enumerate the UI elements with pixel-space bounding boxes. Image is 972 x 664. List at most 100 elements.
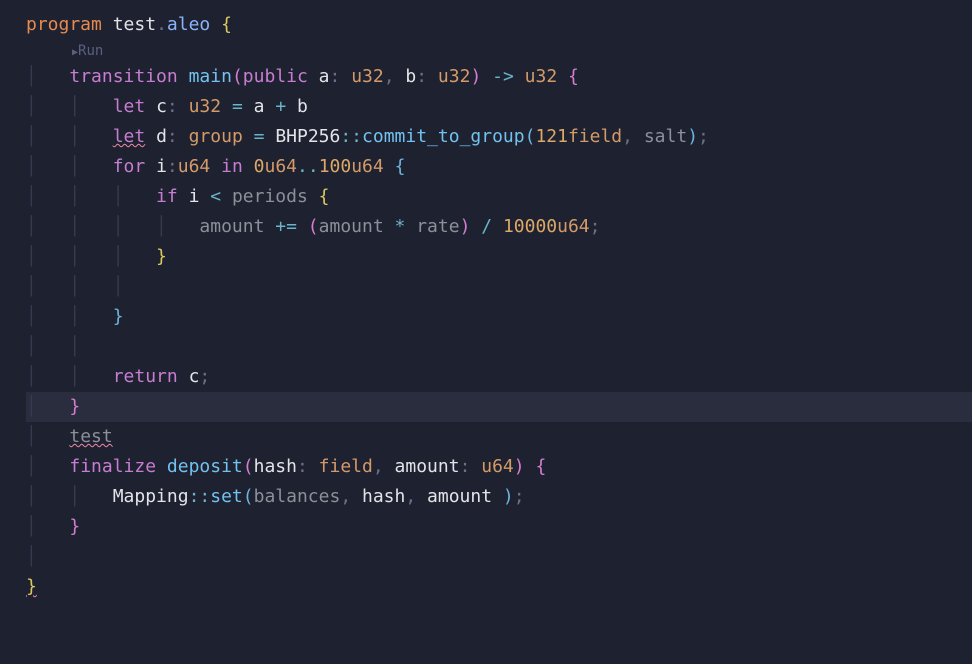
type-field: field: [319, 456, 373, 477]
param-hash: hash: [254, 456, 297, 477]
num-100: 100: [319, 156, 352, 177]
brace-open: {: [221, 14, 232, 35]
brace-close: }: [69, 516, 80, 537]
param-a: a: [319, 66, 330, 87]
var-hash: hash: [362, 486, 405, 507]
paren-close: ): [503, 486, 514, 507]
num-121: 121: [535, 126, 568, 147]
u64-suffix: u64: [264, 156, 297, 177]
var-amount: amount: [319, 216, 384, 237]
code-line[interactable]: │ │ │ }: [26, 242, 972, 272]
code-line[interactable]: │ │ Mapping::set(balances, hash, amount …: [26, 482, 972, 512]
code-line[interactable]: │ test: [26, 422, 972, 452]
op-div: /: [481, 216, 492, 237]
brace-close: }: [26, 576, 37, 597]
keyword-if: if: [156, 186, 178, 207]
keyword-let: let: [113, 126, 146, 147]
var-rate: rate: [416, 216, 459, 237]
code-line[interactable]: │ │ │ if i < periods {: [26, 182, 972, 212]
type-u64: u64: [178, 156, 211, 177]
keyword-for: for: [113, 156, 146, 177]
var-amount: amount: [427, 486, 492, 507]
num-0: 0: [254, 156, 265, 177]
code-line[interactable]: │ │ │: [26, 272, 972, 302]
var-i: i: [189, 186, 200, 207]
var-amount: amount: [199, 216, 264, 237]
code-line[interactable]: │ │ let c: u32 = a + b: [26, 92, 972, 122]
keyword-in: in: [221, 156, 243, 177]
keyword-finalize: finalize: [69, 456, 156, 477]
type-u32: u32: [351, 66, 384, 87]
op-plus-eq: +=: [275, 216, 297, 237]
keyword-transition: transition: [69, 66, 177, 87]
paren-open: (: [243, 456, 254, 477]
code-line[interactable]: │ │ for i:u64 in 0u64..100u64 {: [26, 152, 972, 182]
var-a: a: [254, 96, 265, 117]
func-main: main: [189, 66, 232, 87]
type-u32: u32: [525, 66, 558, 87]
u64-suffix: u64: [557, 216, 590, 237]
brace-open: {: [535, 456, 546, 477]
code-line[interactable]: │ │: [26, 332, 972, 362]
param-amount: amount: [395, 456, 460, 477]
run-codelens[interactable]: ▶Run: [26, 40, 972, 62]
paren-open: (: [243, 486, 254, 507]
code-line-active[interactable]: │ }: [26, 392, 972, 422]
paren-open: (: [525, 126, 536, 147]
brace-open: {: [568, 66, 579, 87]
param-b: b: [405, 66, 416, 87]
op-plus: +: [275, 96, 286, 117]
arrow: ->: [492, 66, 514, 87]
code-line[interactable]: │ transition main(public a: u32, b: u32)…: [26, 62, 972, 92]
brace-close: }: [69, 396, 80, 417]
var-i: i: [156, 156, 167, 177]
code-editor[interactable]: program test.aleo { ▶Run │ transition ma…: [26, 10, 972, 602]
brace-open: {: [319, 186, 330, 207]
func-deposit: deposit: [167, 456, 243, 477]
paren-open: (: [308, 216, 319, 237]
var-c: c: [156, 96, 167, 117]
program-name: test: [113, 14, 156, 35]
code-line[interactable]: │ finalize deposit(hash: field, amount: …: [26, 452, 972, 482]
var-b: b: [297, 96, 308, 117]
code-line[interactable]: }: [26, 572, 972, 602]
range-dots: ..: [297, 156, 319, 177]
code-line[interactable]: │ │ let d: group = BHP256::commit_to_gro…: [26, 122, 972, 152]
op-eq: =: [232, 96, 243, 117]
code-line[interactable]: │ │ }: [26, 302, 972, 332]
var-periods: periods: [232, 186, 308, 207]
type-u32: u32: [189, 96, 222, 117]
op-eq: =: [254, 126, 265, 147]
func-commit: commit_to_group: [362, 126, 525, 147]
type-u32: u32: [438, 66, 471, 87]
paren-close: ): [514, 456, 525, 477]
ident-test: test: [69, 426, 112, 447]
run-label: Run: [78, 43, 103, 59]
paren-close: ): [470, 66, 481, 87]
op-lt: <: [210, 186, 221, 207]
var-balances: balances: [254, 486, 341, 507]
field-suffix: field: [568, 126, 622, 147]
paren-open: (: [232, 66, 243, 87]
bhp256: BHP256: [275, 126, 340, 147]
code-line[interactable]: │ │ return c;: [26, 362, 972, 392]
var-c: c: [189, 366, 200, 387]
paren-close: ): [687, 126, 698, 147]
type-group: group: [189, 126, 243, 147]
mapping: Mapping: [113, 486, 189, 507]
code-line[interactable]: program test.aleo {: [26, 10, 972, 40]
type-u64: u64: [481, 456, 514, 477]
program-ext: aleo: [167, 14, 210, 35]
keyword-program: program: [26, 14, 102, 35]
brace-open: {: [395, 156, 406, 177]
code-line[interactable]: │: [26, 542, 972, 572]
brace-close: }: [113, 306, 124, 327]
var-d: d: [156, 126, 167, 147]
keyword-let: let: [113, 96, 146, 117]
brace-close: }: [156, 246, 167, 267]
func-set: set: [210, 486, 243, 507]
code-line[interactable]: │ │ │ │ amount += (amount * rate) / 1000…: [26, 212, 972, 242]
u64-suffix: u64: [351, 156, 384, 177]
code-line[interactable]: │ }: [26, 512, 972, 542]
op-mul: *: [395, 216, 406, 237]
